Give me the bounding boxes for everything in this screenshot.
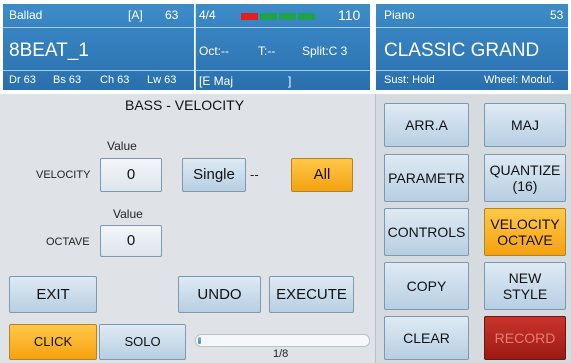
parametr-button[interactable]: PARAMETR [384, 154, 469, 202]
page-title: BASS - VELOCITY [125, 97, 245, 113]
velocity-value-caption: Value [107, 139, 137, 153]
style-level-bass: Bs 63 [53, 74, 82, 86]
style-bank: [A] [128, 8, 143, 22]
all-button[interactable]: All [291, 158, 353, 192]
velocity-label: VELOCITY [36, 169, 91, 181]
style-level-lower: Lw 63 [147, 74, 177, 86]
beat-2 [260, 13, 277, 20]
time-signature: 4/4 [199, 8, 216, 22]
voice-number: 53 [550, 8, 564, 22]
single-button[interactable]: Single [182, 158, 246, 192]
split-status: Split:C 3 [302, 44, 348, 58]
style-level-chord: Ch 63 [100, 74, 130, 86]
progress-label: 1/8 [273, 348, 289, 360]
new-style-button[interactable]: NEW STYLE [484, 262, 566, 310]
style-category: Ballad [9, 8, 43, 22]
top-status-bar: Ballad [A] 63 8BEAT_1 Dr 63 Bs 63 Ch 63 … [0, 0, 571, 94]
voice-panel[interactable]: Piano 53 CLASSIC GRAND Sust: Hold Wheel:… [376, 4, 568, 90]
status-panel: 4/4 110 Oct:-- T:-- Split:C 3 [E Maj ] [195, 4, 370, 90]
chord-status: [E Maj [199, 74, 234, 88]
wheel-status: Wheel: Modul. [484, 74, 555, 86]
quantize-value: (16) [512, 178, 538, 194]
record-button[interactable]: RECORD [484, 316, 566, 360]
voice-category: Piano [384, 8, 415, 22]
main-area: BASS - VELOCITY Value VELOCITY 0 Single … [0, 94, 571, 363]
clear-button[interactable]: CLEAR [384, 316, 469, 360]
beat-3 [279, 13, 296, 20]
copy-button[interactable]: COPY [384, 262, 469, 310]
chord-status-end: ] [288, 74, 292, 88]
style-name: 8BEAT_1 [9, 40, 89, 61]
velocity-octave-line2: OCTAVE [497, 232, 553, 248]
style-panel[interactable]: Ballad [A] 63 8BEAT_1 Dr 63 Bs 63 Ch 63 … [3, 4, 194, 90]
velocity-value-field[interactable]: 0 [100, 158, 162, 192]
undo-button[interactable]: UNDO [178, 276, 261, 313]
velocity-octave-line1: VELOCITY [490, 216, 560, 232]
exit-button[interactable]: EXIT [9, 276, 97, 313]
octave-value-field[interactable]: 0 [100, 225, 162, 257]
tempo-value: 110 [338, 7, 361, 23]
progress-fill [198, 337, 201, 344]
octave-label: OCTAVE [46, 236, 90, 248]
progress-bar [195, 334, 370, 347]
sustain-status: Sust: Hold [384, 74, 435, 86]
voice-name: CLASSIC GRAND [384, 40, 540, 61]
controls-button[interactable]: CONTROLS [384, 208, 469, 256]
execute-button[interactable]: EXECUTE [269, 276, 354, 313]
beat-indicator [241, 13, 315, 20]
quantize-button[interactable]: QUANTIZE (16) [484, 154, 566, 202]
click-button[interactable]: CLICK [9, 324, 97, 360]
style-level-drum: Dr 63 [9, 74, 36, 86]
style-number: 63 [165, 8, 179, 22]
beat-4 [298, 13, 315, 20]
octave-value-caption: Value [113, 207, 143, 221]
velocity-octave-button[interactable]: VELOCITY OCTAVE [484, 208, 566, 256]
beat-1 [241, 13, 258, 20]
transpose-status: T:-- [258, 44, 276, 58]
quantize-label: QUANTIZE [489, 162, 561, 178]
range-dash: -- [250, 167, 259, 182]
maj-button[interactable]: MAJ [484, 103, 566, 147]
arr-a-button[interactable]: ARR.A [384, 103, 469, 147]
side-button-panel: ARR.A MAJ PARAMETR QUANTIZE (16) CONTROL… [375, 94, 571, 363]
solo-button[interactable]: SOLO [99, 324, 186, 360]
octave-status: Oct:-- [199, 44, 229, 58]
